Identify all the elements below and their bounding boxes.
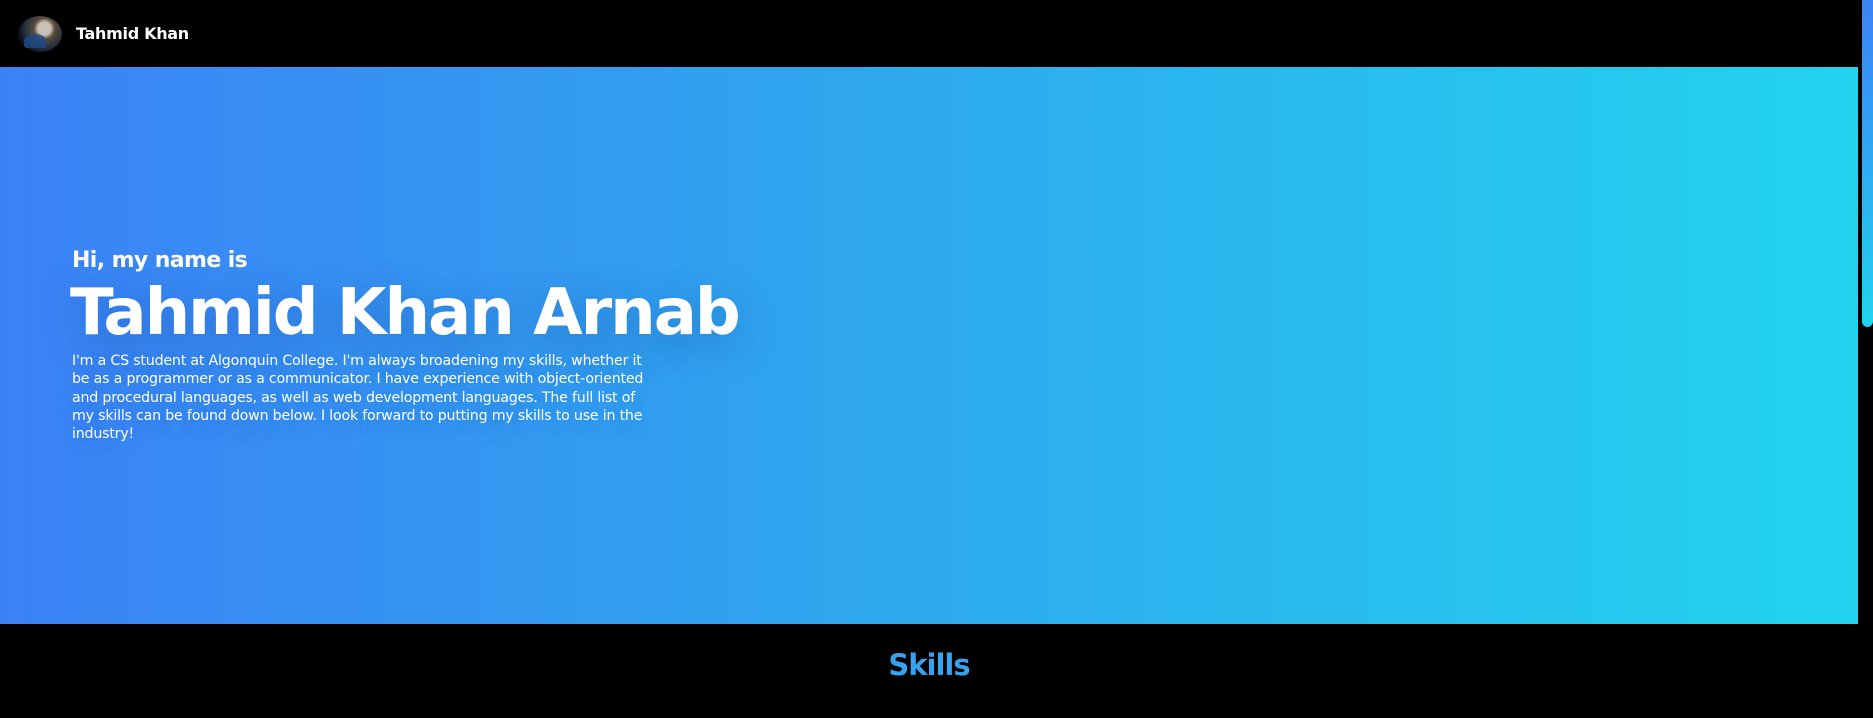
hero-bio: I'm a CS student at Algonquin College. I… <box>72 353 644 443</box>
portfolio-page: Tahmid Khan Hi, my name is Tahmid Khan A… <box>0 0 1873 718</box>
page-scrollbar[interactable] <box>1858 0 1873 718</box>
skills-section: Skills <box>0 624 1858 718</box>
hero-name: Tahmid Khan Arnab <box>70 276 741 350</box>
scrollbar-thumb[interactable] <box>1862 0 1873 327</box>
profile-photo-icon[interactable] <box>18 15 62 52</box>
hero-section: Hi, my name is Tahmid Khan Arnab I'm a C… <box>0 67 1858 624</box>
navbar: Tahmid Khan <box>0 0 1858 67</box>
brand-name[interactable]: Tahmid Khan <box>76 24 189 43</box>
skills-title: Skills <box>888 648 970 682</box>
hero-content: Hi, my name is Tahmid Khan Arnab I'm a C… <box>70 248 792 443</box>
hero-greeting: Hi, my name is <box>72 248 248 273</box>
